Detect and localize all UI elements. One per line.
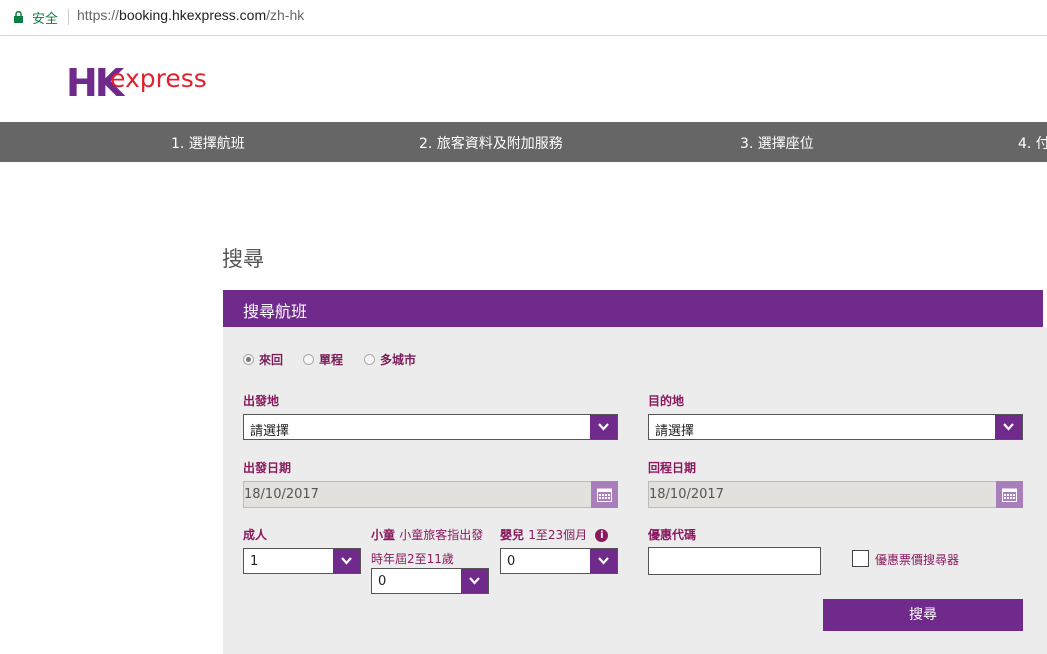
destination-select[interactable]: 請選擇 — [648, 414, 1023, 440]
radio-roundtrip[interactable] — [243, 354, 254, 365]
lock-icon — [14, 11, 23, 23]
url-scheme: https:// — [77, 7, 120, 23]
return-date-value: 18/10/2017 — [649, 487, 724, 502]
calendar-icon[interactable] — [591, 481, 618, 508]
infants-value: 0 — [507, 554, 516, 569]
infants-note: 1至23個月 — [528, 528, 588, 542]
step-select-flight[interactable]: 1. 選擇航班 — [171, 133, 245, 153]
info-icon[interactable]: i — [595, 529, 609, 542]
chevron-down-icon[interactable] — [590, 549, 617, 573]
radio-oneway[interactable] — [303, 354, 314, 365]
children-note-row: 時年屆2至11歲 — [371, 550, 454, 567]
promo-code-input[interactable] — [648, 547, 821, 575]
address-bar[interactable]: 安全 https://booking.hkexpress.com/zh-hk — [0, 0, 1047, 36]
step-passenger-details[interactable]: 2. 旅客資料及附加服務 — [419, 133, 563, 153]
address-divider — [68, 9, 69, 25]
destination-label: 目的地 — [648, 394, 685, 408]
destination-value: 請選擇 — [655, 424, 695, 439]
adults-value: 1 — [250, 554, 259, 569]
step-select-seat[interactable]: 3. 選擇座位 — [740, 133, 814, 153]
step-payment[interactable]: 4. 付 — [1018, 133, 1047, 153]
search-button[interactable]: 搜尋 — [823, 599, 1023, 631]
infants-select[interactable]: 0 — [500, 548, 618, 574]
return-date-label: 回程日期 — [648, 461, 697, 475]
url-text[interactable]: https://booking.hkexpress.com/zh-hk — [77, 7, 304, 23]
infants-label-row: 嬰兒 1至23個月 i — [500, 526, 609, 543]
page-title: 搜尋 — [222, 247, 264, 271]
children-note-line2: 時年屆2至11歲 — [371, 552, 454, 566]
chevron-down-icon[interactable] — [333, 549, 360, 573]
fare-finder-label[interactable]: 優惠票價搜尋器 — [875, 551, 959, 568]
booking-steps-bar: 1. 選擇航班 2. 旅客資料及附加服務 3. 選擇座位 4. 付 — [0, 122, 1047, 162]
children-select[interactable]: 0 — [371, 568, 489, 594]
radio-multicity[interactable] — [364, 354, 375, 365]
return-date-field[interactable]: 18/10/2017 — [648, 481, 1023, 508]
children-note-line1: 小童旅客指出發 — [399, 528, 484, 542]
url-host: booking.hkexpress.com — [119, 7, 267, 23]
radio-oneway-label: 單程 — [319, 353, 344, 367]
depart-date-value: 18/10/2017 — [244, 487, 319, 502]
logo-express-text: express — [110, 64, 207, 93]
adults-label: 成人 — [243, 528, 268, 542]
url-path: /zh-hk — [266, 7, 305, 23]
children-label: 小童 — [371, 528, 396, 542]
trip-type-roundtrip[interactable]: 來回 — [243, 351, 283, 368]
radio-roundtrip-label: 來回 — [259, 353, 284, 367]
depart-date-label: 出發日期 — [243, 461, 292, 475]
origin-label: 出發地 — [243, 394, 280, 408]
search-panel-header: 搜尋航班 — [223, 290, 1043, 327]
origin-select[interactable]: 請選擇 — [243, 414, 618, 440]
trip-type-oneway[interactable]: 單程 — [303, 351, 343, 368]
fare-finder-checkbox[interactable] — [852, 550, 869, 567]
children-value: 0 — [378, 574, 387, 589]
chevron-down-icon[interactable] — [995, 415, 1022, 439]
trip-type-multicity[interactable]: 多城市 — [364, 351, 416, 368]
adults-select[interactable]: 1 — [243, 548, 361, 574]
secure-label: 安全 — [32, 12, 59, 27]
depart-date-field[interactable]: 18/10/2017 — [243, 481, 618, 508]
radio-multicity-label: 多城市 — [380, 353, 417, 367]
origin-value: 請選擇 — [250, 424, 290, 439]
hkexpress-logo[interactable]: HK express — [66, 58, 222, 100]
infants-label: 嬰兒 — [500, 528, 525, 542]
search-panel-title: 搜尋航班 — [243, 302, 308, 321]
chevron-down-icon[interactable] — [590, 415, 617, 439]
chevron-down-icon[interactable] — [461, 569, 488, 593]
calendar-icon[interactable] — [996, 481, 1023, 508]
children-label-row: 小童 小童旅客指出發 — [371, 526, 483, 543]
promo-code-label: 優惠代碼 — [648, 528, 697, 542]
